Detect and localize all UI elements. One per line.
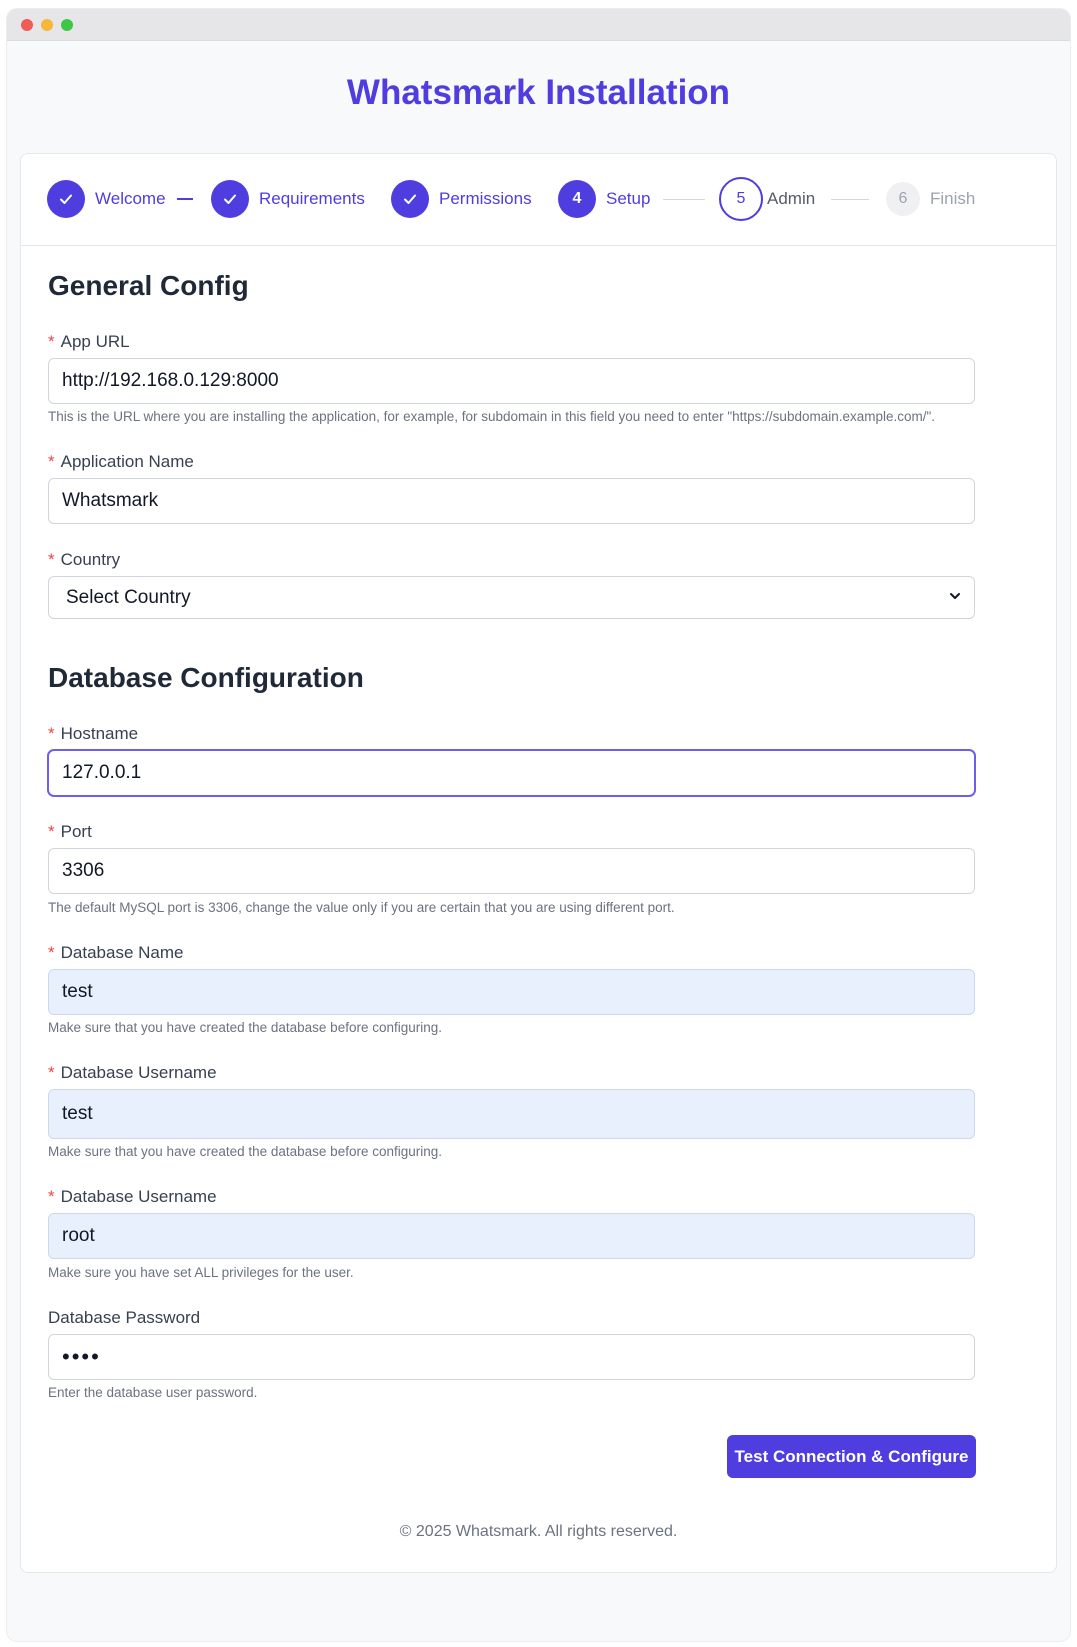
country-label: * Country bbox=[48, 550, 120, 570]
app-url-input[interactable] bbox=[48, 358, 975, 404]
database-password-input[interactable] bbox=[48, 1334, 975, 1380]
database-user-label-text: Database Username bbox=[60, 1187, 217, 1206]
required-marker: * bbox=[48, 1063, 55, 1082]
test-connection-configure-button[interactable]: Test Connection & Configure bbox=[727, 1435, 976, 1478]
installation-stepper: Welcome Requirements Permissions 4 Setup bbox=[21, 154, 1056, 246]
step-label: Permissions bbox=[439, 189, 532, 208]
close-window-button[interactable] bbox=[21, 19, 33, 31]
step-label: Setup bbox=[606, 189, 651, 208]
app-url-label-text: App URL bbox=[60, 332, 130, 351]
port-help: The default MySQL port is 3306, change t… bbox=[48, 900, 675, 915]
maximize-window-button[interactable] bbox=[61, 19, 73, 31]
database-user-label: * Database Username bbox=[48, 1187, 217, 1207]
step-finish[interactable]: 6 Finish bbox=[886, 180, 975, 218]
port-label-text: Port bbox=[60, 822, 92, 841]
database-user-input[interactable] bbox=[48, 1213, 975, 1259]
hostname-label-text: Hostname bbox=[60, 724, 139, 743]
database-password-help: Enter the database user password. bbox=[48, 1385, 258, 1400]
database-username-label: * Database Username bbox=[48, 1063, 217, 1083]
check-icon bbox=[47, 180, 85, 218]
step-requirements[interactable]: Requirements bbox=[211, 180, 365, 218]
step-connector bbox=[177, 198, 193, 200]
required-marker: * bbox=[48, 724, 55, 743]
database-password-label: Database Password bbox=[48, 1308, 201, 1327]
hostname-label: * Hostname bbox=[48, 724, 138, 744]
database-username-label-text: Database Username bbox=[60, 1063, 217, 1082]
browser-window: Whatsmark Installation Welcome Requireme… bbox=[7, 9, 1070, 1641]
database-name-input[interactable] bbox=[48, 969, 975, 1015]
country-select[interactable]: Select Country bbox=[48, 576, 975, 619]
database-user-help: Make sure you have set ALL privileges fo… bbox=[48, 1265, 354, 1280]
required-marker: * bbox=[48, 332, 55, 351]
required-marker: * bbox=[48, 1187, 55, 1206]
step-label: Welcome bbox=[95, 189, 166, 208]
database-config-heading: Database Configuration bbox=[48, 662, 364, 693]
step-number: 5 bbox=[719, 177, 763, 221]
minimize-window-button[interactable] bbox=[41, 19, 53, 31]
database-name-label-text: Database Name bbox=[60, 943, 184, 962]
app-name-label: * Application Name bbox=[48, 452, 194, 472]
database-username-help: Make sure that you have created the data… bbox=[48, 1144, 443, 1159]
app-url-help: This is the URL where you are installing… bbox=[48, 409, 936, 424]
country-label-text: Country bbox=[60, 550, 121, 569]
database-name-help: Make sure that you have created the data… bbox=[48, 1020, 443, 1035]
page-title: Whatsmark Installation bbox=[346, 73, 731, 112]
check-icon bbox=[391, 180, 429, 218]
required-marker: * bbox=[48, 550, 55, 569]
app-name-label-text: Application Name bbox=[60, 452, 194, 471]
port-label: * Port bbox=[48, 822, 92, 842]
required-marker: * bbox=[48, 943, 55, 962]
step-welcome[interactable]: Welcome bbox=[47, 180, 166, 218]
required-marker: * bbox=[48, 452, 55, 471]
app-url-label: * App URL bbox=[48, 332, 130, 352]
step-connector bbox=[831, 199, 869, 200]
database-username-input[interactable] bbox=[48, 1089, 975, 1139]
step-label: Admin bbox=[767, 189, 816, 208]
database-name-label: * Database Name bbox=[48, 943, 183, 963]
chevron-down-icon bbox=[950, 593, 960, 599]
step-connector bbox=[663, 199, 705, 200]
step-setup[interactable]: 4 Setup bbox=[558, 180, 650, 218]
window-titlebar bbox=[7, 9, 1070, 41]
app-name-input[interactable] bbox=[48, 478, 975, 524]
port-input[interactable] bbox=[48, 848, 975, 894]
step-admin[interactable]: 5 Admin bbox=[719, 177, 815, 221]
step-number: 6 bbox=[886, 182, 920, 216]
step-permissions[interactable]: Permissions bbox=[391, 180, 532, 218]
check-icon bbox=[211, 180, 249, 218]
step-label: Requirements bbox=[259, 189, 365, 208]
step-label: Finish bbox=[930, 189, 976, 208]
required-marker: * bbox=[48, 822, 55, 841]
general-config-heading: General Config bbox=[48, 270, 249, 301]
country-select-value: Select Country bbox=[66, 586, 191, 608]
installer-card: Welcome Requirements Permissions 4 Setup bbox=[20, 153, 1057, 1573]
footer-copyright: © 2025 Whatsmark. All rights reserved. bbox=[399, 1523, 678, 1540]
hostname-input[interactable] bbox=[48, 750, 975, 796]
step-number: 4 bbox=[558, 180, 596, 218]
